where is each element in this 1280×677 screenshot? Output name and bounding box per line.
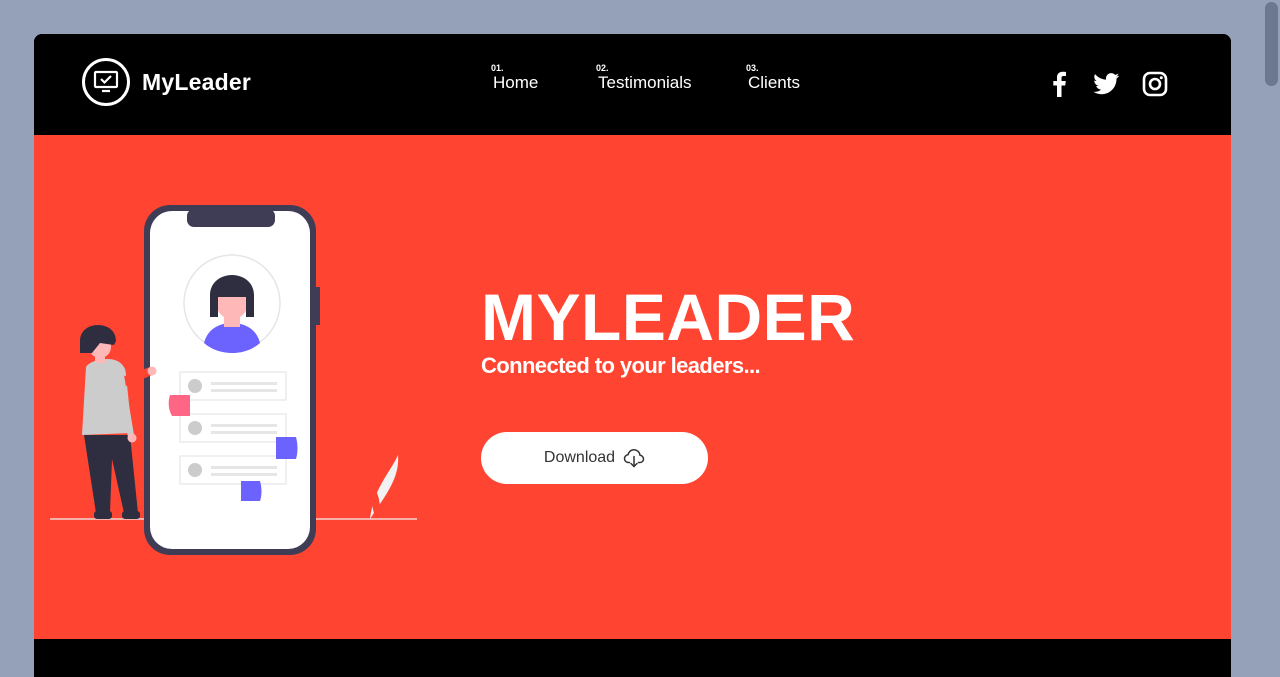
nav-clients[interactable]: 03. Clients <box>746 63 800 93</box>
nav-testimonials-label: Testimonials <box>598 73 692 92</box>
nav-home[interactable]: 01. Home <box>491 63 538 93</box>
scrollbar-thumb[interactable] <box>1265 2 1278 86</box>
brand[interactable]: MyLeader <box>82 58 251 106</box>
nav-clients-label: Clients <box>748 73 800 92</box>
download-button-label: Download <box>543 449 616 466</box>
twitter-icon[interactable] <box>1092 70 1120 98</box>
nav-testimonials[interactable]: 02. Testimonials <box>596 63 692 93</box>
download-button[interactable]: Download <box>481 432 708 484</box>
hero-title: MYLEADER <box>481 280 856 354</box>
brand-name: MyLeader <box>142 68 251 95</box>
hero-section: MYLEADER Connected to your leaders... Do… <box>34 135 1231 639</box>
nav-testimonials-number: 02. <box>596 63 609 73</box>
hero-subtitle: Connected to your leaders... <box>481 353 761 378</box>
instagram-icon[interactable] <box>1141 70 1169 98</box>
page-frame: MyLeader 01. Home 02. Testimonials 03. C… <box>34 34 1231 677</box>
nav-clients-number: 03. <box>746 63 759 73</box>
page-scrollbar[interactable] <box>1263 0 1280 677</box>
nav-home-number: 01. <box>491 63 504 73</box>
person-with-phone-illustration <box>50 205 417 555</box>
cloud-download-icon <box>623 449 645 468</box>
facebook-icon[interactable] <box>1045 70 1073 98</box>
monitor-check-icon <box>82 58 130 106</box>
nav-home-label: Home <box>493 73 539 92</box>
next-section <box>34 639 1231 677</box>
navbar: MyLeader 01. Home 02. Testimonials 03. C… <box>34 34 1231 135</box>
